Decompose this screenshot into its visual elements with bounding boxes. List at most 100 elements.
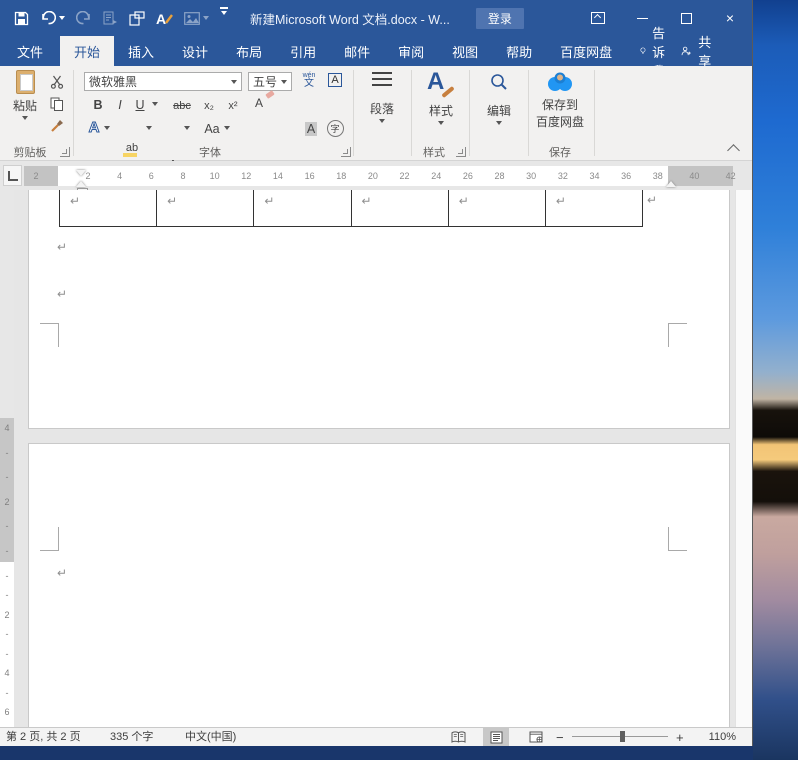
ruler-numbers: 2468101214161820222426283032343638 <box>78 166 668 186</box>
lightbulb-icon <box>640 43 646 59</box>
language-indicator[interactable]: 中文(中国) <box>185 730 236 745</box>
ribbon-tab[interactable]: 帮助 <box>492 36 546 66</box>
table-cell[interactable]: ↵ <box>59 190 156 226</box>
font-size-combobox[interactable]: 五号 <box>248 72 292 91</box>
highlight-button[interactable]: ab <box>124 136 140 154</box>
styles-dialog-launcher-icon[interactable] <box>456 147 466 157</box>
undo-dropdown-icon[interactable] <box>59 16 65 20</box>
share-button[interactable]: 共享 <box>681 36 716 66</box>
save-to-baidu-button[interactable]: 保存到 百度网盘 <box>532 70 588 130</box>
zoom-slider[interactable] <box>572 736 668 737</box>
font-name-combobox[interactable]: 微软雅黑 <box>84 72 242 91</box>
word-count[interactable]: 335 个字 <box>110 730 153 745</box>
status-bar: 第 2 页, 共 2 页 335 个字 中文(中国) − + 110% <box>0 727 752 746</box>
change-case-dropdown-icon[interactable] <box>224 126 230 130</box>
customize-qat-icon[interactable] <box>220 7 228 29</box>
ruler-number: 4 <box>4 424 9 433</box>
highlight-dropdown-icon[interactable] <box>146 126 152 130</box>
cut-button[interactable] <box>46 72 68 92</box>
styles-label: 样式 <box>429 102 453 119</box>
ribbon-tab[interactable]: 百度网盘 <box>546 36 626 66</box>
font-color-dropdown-icon[interactable] <box>184 126 190 130</box>
text-boundary-mark <box>40 527 59 551</box>
zoom-slider-thumb[interactable] <box>620 731 625 742</box>
ruler-number: 40 <box>684 166 704 186</box>
print-layout-button[interactable] <box>483 728 509 746</box>
web-layout-button[interactable] <box>523 728 549 746</box>
zoom-out-button[interactable]: − <box>556 730 564 745</box>
paragraph-group-button[interactable]: 段落 <box>358 72 406 123</box>
right-indent-marker[interactable] <box>666 181 676 187</box>
ribbon-tab[interactable]: 引用 <box>276 36 330 66</box>
tell-me-box[interactable]: 告诉我 <box>630 36 681 66</box>
bold-button[interactable]: B <box>90 94 106 112</box>
new-window-icon[interactable] <box>129 7 145 29</box>
scissors-icon <box>50 75 64 89</box>
table-cell[interactable]: ↵ <box>545 190 643 226</box>
undo-button[interactable] <box>40 7 65 29</box>
text-effects-button[interactable]: A <box>86 118 102 136</box>
character-shading-button[interactable]: A <box>302 118 320 136</box>
phonetic-guide-button[interactable]: wén文 <box>298 70 320 90</box>
login-button[interactable]: 登录 <box>476 8 524 29</box>
text-effects-dropdown-icon[interactable] <box>104 126 110 130</box>
page-indicator[interactable]: 第 2 页, 共 2 页 <box>6 730 81 745</box>
copy-button[interactable] <box>46 94 68 114</box>
ruler-number: 4 <box>110 166 130 186</box>
page-1[interactable]: ↵↵↵↵↵↵ ↵ ↵ ↵ <box>28 190 730 429</box>
collapse-ribbon-icon[interactable] <box>727 144 740 157</box>
table-cell[interactable]: ↵ <box>351 190 448 226</box>
font-dialog-launcher-icon[interactable] <box>341 147 351 157</box>
subscript-button[interactable]: x₂ <box>200 94 218 112</box>
character-border-button[interactable]: A <box>324 70 346 90</box>
clipboard-dialog-launcher-icon[interactable] <box>60 147 70 157</box>
ribbon-tab[interactable]: 插入 <box>114 36 168 66</box>
paste-button[interactable]: 粘贴 <box>6 70 44 120</box>
clear-formatting-button[interactable]: A <box>252 92 266 110</box>
ruler-number: - <box>6 522 9 531</box>
editing-label: 编辑 <box>487 102 511 119</box>
table-cell[interactable]: ↵ <box>448 190 545 226</box>
table-row: ↵↵↵↵↵↵ <box>59 190 643 226</box>
ruler-number: 16 <box>300 166 320 186</box>
ribbon-tab[interactable]: 文件 <box>0 36 60 66</box>
save-group-label: 保存 <box>532 144 588 160</box>
enclose-characters-button[interactable]: 字 <box>324 118 346 138</box>
ribbon-tab[interactable]: 布局 <box>222 36 276 66</box>
underline-button[interactable]: U <box>134 94 146 112</box>
ribbon-tab[interactable]: 邮件 <box>330 36 384 66</box>
zoom-in-button[interactable]: + <box>676 730 684 745</box>
document-table[interactable]: ↵↵↵↵↵↵ <box>59 190 643 227</box>
paragraph-lines-icon <box>372 72 392 86</box>
superscript-button[interactable]: x² <box>224 94 242 112</box>
ribbon-tab[interactable]: 开始 <box>60 36 114 66</box>
magnifier-icon <box>489 72 509 92</box>
close-button[interactable]: × <box>708 0 752 36</box>
italic-button[interactable]: I <box>114 94 126 112</box>
vertical-scrollbar[interactable] <box>735 190 752 727</box>
read-mode-button[interactable] <box>445 728 471 746</box>
editing-group-button[interactable]: 编辑 <box>474 72 524 125</box>
styles-button[interactable]: A 样式 <box>416 70 466 125</box>
format-painter-button[interactable] <box>46 116 68 136</box>
strikethrough-button[interactable]: abc <box>170 94 194 112</box>
ribbon-tab[interactable]: 审阅 <box>384 36 438 66</box>
page-2[interactable]: ↵ <box>28 443 730 727</box>
tab-selector-button[interactable] <box>3 165 22 186</box>
table-cell[interactable]: ↵ <box>156 190 253 226</box>
paragraph-mark: ↵ <box>70 195 80 207</box>
hanging-indent-marker[interactable] <box>76 181 86 187</box>
ribbon-tab[interactable]: 设计 <box>168 36 222 66</box>
zoom-level[interactable]: 110% <box>692 730 736 745</box>
underline-dropdown-icon[interactable] <box>152 102 158 106</box>
paste-label: 粘贴 <box>13 97 37 114</box>
first-line-indent-marker[interactable] <box>76 170 86 176</box>
change-case-button[interactable]: Aa <box>202 118 222 136</box>
ribbon-display-options-button[interactable] <box>576 0 620 36</box>
table-cell[interactable]: ↵ <box>253 190 350 226</box>
ruler-number: - <box>6 591 9 600</box>
ruler-number: 6 <box>141 166 161 186</box>
ribbon-tab[interactable]: 视图 <box>438 36 492 66</box>
font-format-icon[interactable]: A <box>156 7 173 29</box>
save-icon[interactable] <box>14 7 29 29</box>
